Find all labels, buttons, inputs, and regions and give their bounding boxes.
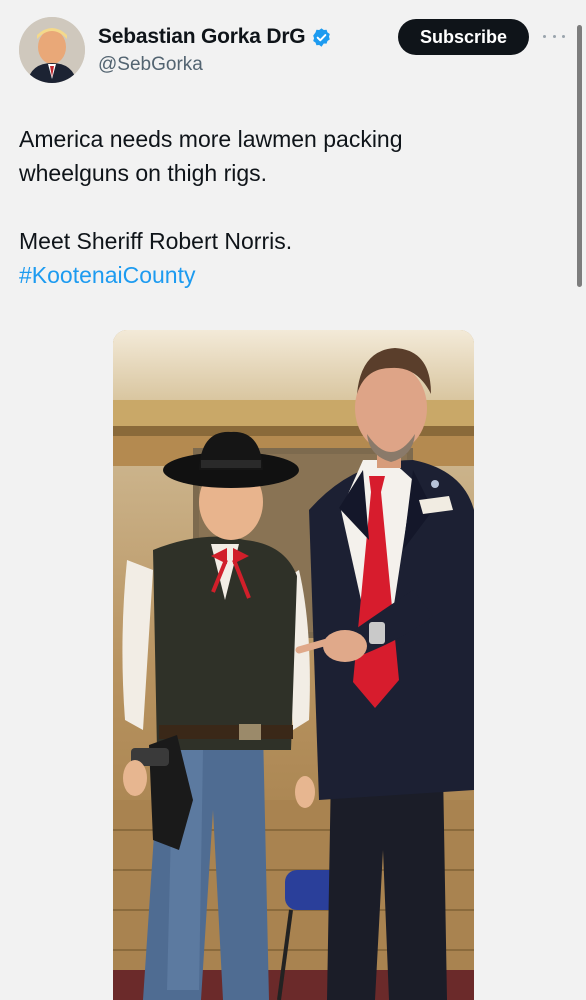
avatar-image	[19, 17, 85, 83]
scrollbar[interactable]	[577, 25, 582, 287]
tweet-text: America needs more lawmen packing wheelg…	[19, 122, 539, 292]
photo-illustration	[113, 330, 474, 1000]
avatar[interactable]	[19, 17, 85, 83]
hashtag-link[interactable]: #KootenaiCounty	[19, 262, 195, 288]
tweet-photo[interactable]	[113, 330, 474, 1000]
tweet-text-line: America needs more lawmen packing	[19, 126, 403, 152]
more-dots-icon[interactable]	[543, 30, 565, 42]
tweet-page: Sebastian Gorka DrG @SebGorka Subscribe …	[0, 0, 586, 1000]
verified-badge-icon	[311, 27, 332, 48]
user-handle[interactable]: @SebGorka	[98, 54, 203, 76]
display-name[interactable]: Sebastian Gorka DrG	[98, 25, 306, 49]
subscribe-button[interactable]: Subscribe	[398, 19, 529, 55]
display-name-row: Sebastian Gorka DrG	[98, 25, 332, 49]
tweet-header: Sebastian Gorka DrG @SebGorka Subscribe	[0, 0, 586, 100]
tweet-text-line: Meet Sheriff Robert Norris.	[19, 228, 293, 254]
tweet-text-line: wheelguns on thigh rigs.	[19, 160, 268, 186]
